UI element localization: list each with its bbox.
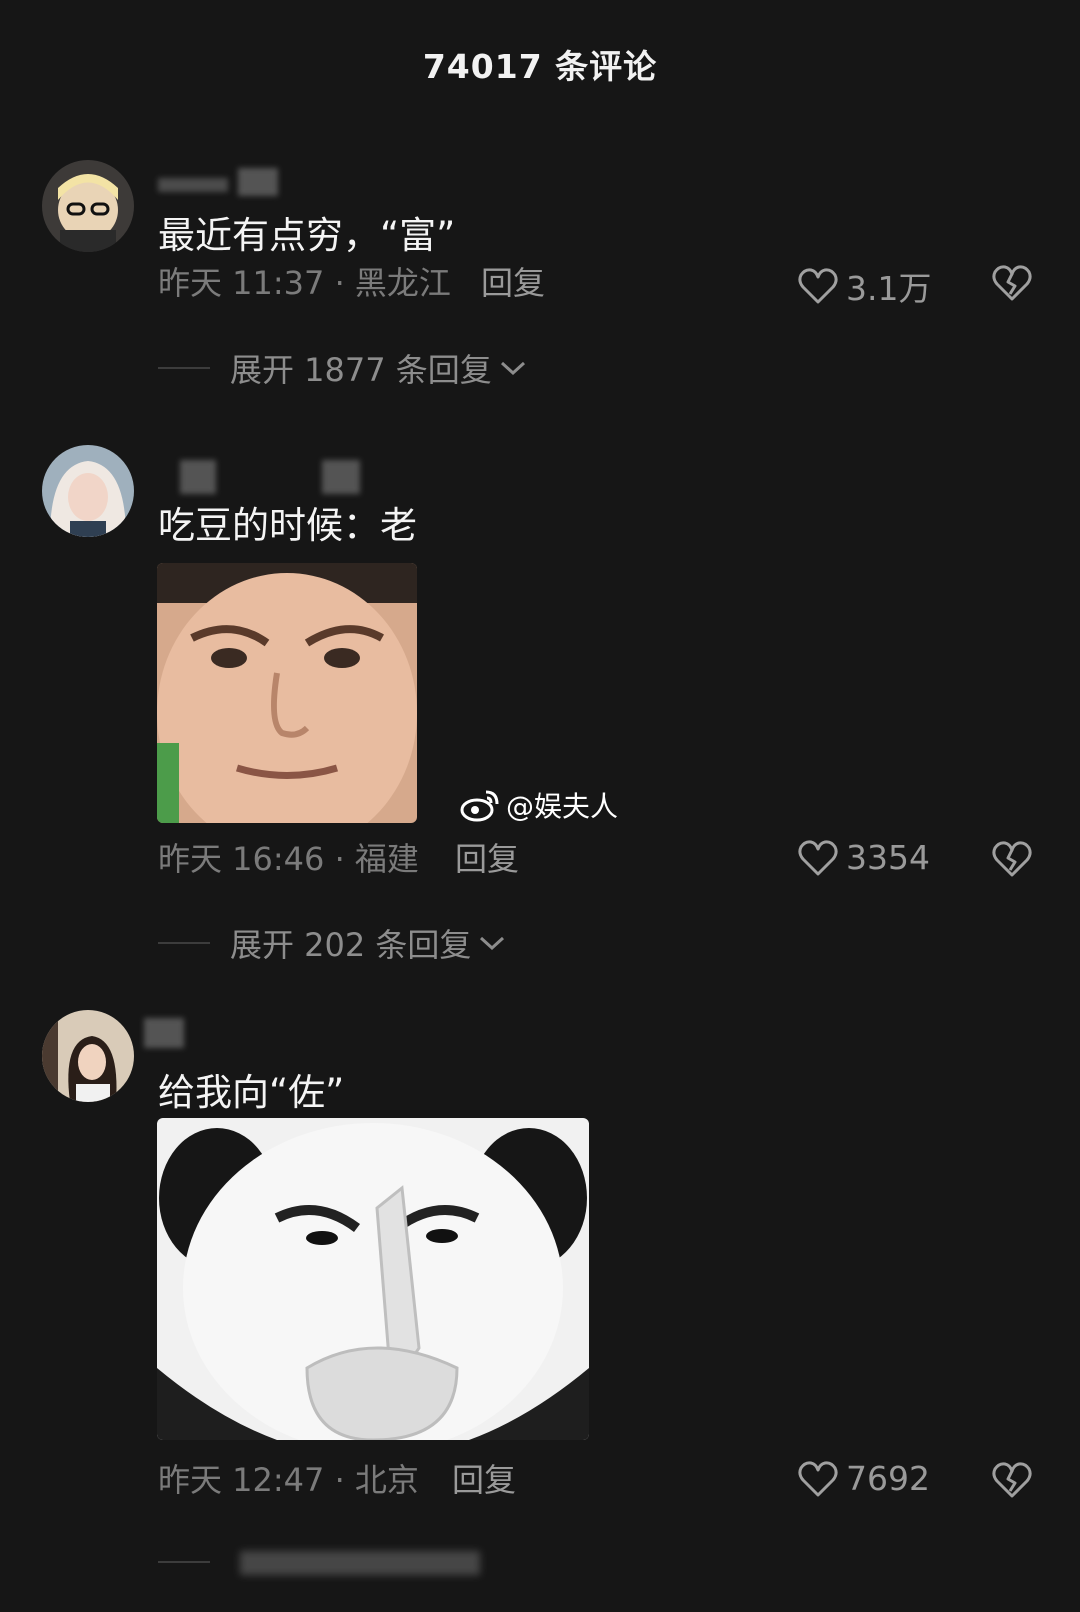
reply-button[interactable]: 回复 [481,258,545,304]
comment-text: 吃豆的时候：老 [158,504,417,547]
chevron-down-icon [480,936,505,951]
avatar[interactable] [42,1010,134,1102]
expand-replies-label: 展开 1877 条回复 [230,351,492,389]
divider [158,367,210,369]
divider [158,1561,210,1563]
weibo-icon [460,790,499,822]
like-button[interactable]: 3.1万 [798,262,931,310]
username-blurred [180,460,370,494]
username-blurred [158,168,288,196]
like-button[interactable]: 3354 [798,838,930,877]
reply-button[interactable]: 回复 [455,834,519,880]
reply-button[interactable]: 回复 [452,1455,516,1501]
comment-text: 给我向“佐” [158,1071,345,1114]
comment-text: 最近有点穷，“富” [158,214,456,257]
dislike-button[interactable] [992,1461,1032,1503]
expand-replies-label: 展开 202 条回复 [230,926,472,964]
avatar[interactable] [42,445,134,537]
heart-icon [798,1460,838,1496]
chevron-down-icon [500,361,525,376]
watermark: @娱夫人 [460,785,618,825]
comment-sticker[interactable] [157,563,417,823]
watermark-text: @娱夫人 [506,790,619,823]
comment-sticker[interactable] [157,1118,589,1440]
dislike-button[interactable] [992,840,1032,882]
avatar[interactable] [42,160,134,252]
expand-replies-label-blurred [230,1545,490,1579]
broken-heart-icon [992,1462,1032,1498]
broken-heart-icon [992,841,1032,877]
page-title: 74017 条评论 [422,47,658,86]
expand-replies-button[interactable]: 展开 1877 条回复 [158,345,528,391]
dislike-button[interactable] [992,264,1032,306]
username-blurred [144,1018,194,1048]
heart-icon [798,268,838,304]
like-count: 3354 [846,838,930,877]
like-button[interactable]: 7692 [798,1459,930,1498]
stern-face-sticker-icon [157,563,417,823]
broken-heart-icon [992,265,1032,301]
comment-time-location: 昨天 12:47 · 北京 [158,1461,419,1499]
panda-head-meme-sticker-icon [157,1118,589,1440]
comment-time-location: 昨天 16:46 · 福建 [158,840,419,878]
expand-replies-button[interactable] [158,1545,490,1579]
divider [158,942,210,944]
like-count: 3.1万 [846,269,932,308]
expand-replies-button[interactable]: 展开 202 条回复 [158,920,507,966]
comment-time-location: 昨天 11:37 · 黑龙江 [158,264,451,302]
heart-icon [798,839,838,875]
like-count: 7692 [846,1459,930,1498]
